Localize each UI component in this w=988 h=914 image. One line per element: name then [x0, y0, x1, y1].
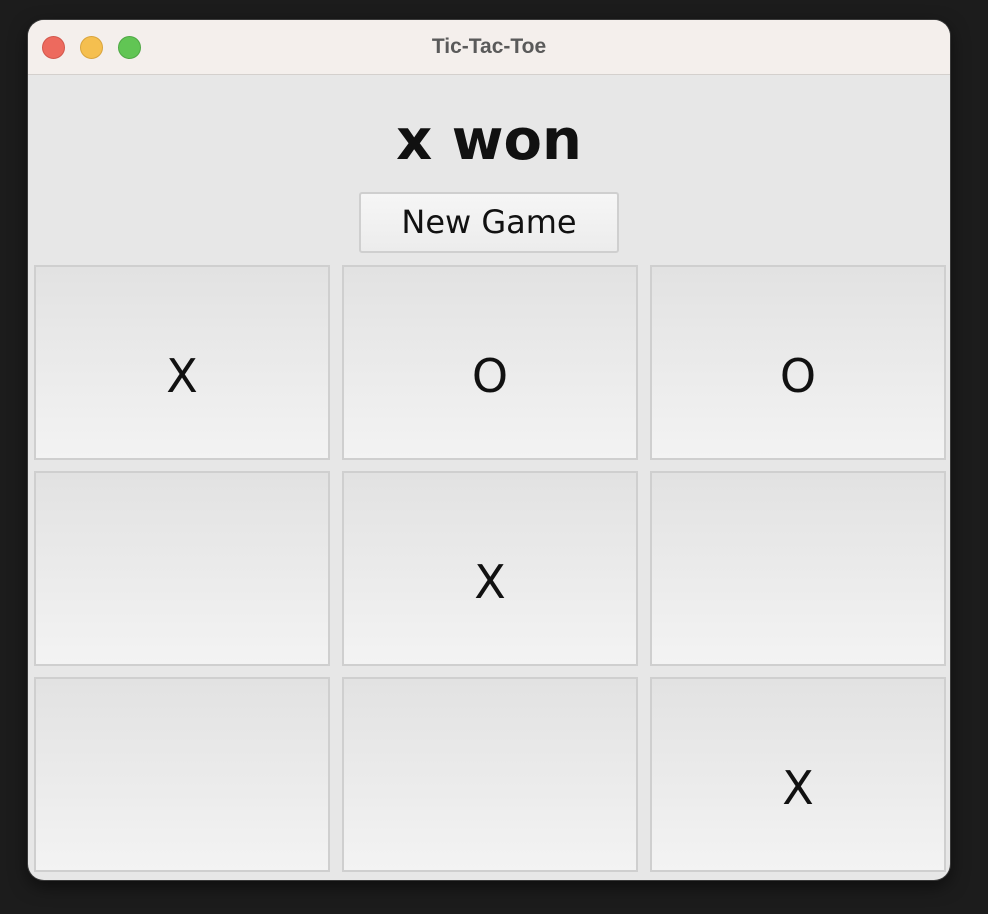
- board-cell-r1-c2[interactable]: O: [342, 265, 638, 460]
- cell-mark: X: [166, 348, 198, 403]
- board-cell-r2-c3[interactable]: [650, 471, 946, 666]
- game-board: X O O X X: [34, 265, 946, 875]
- board-cell-r3-c2[interactable]: [342, 677, 638, 872]
- window-title: Tic-Tac-Toe: [431, 35, 547, 58]
- cell-mark: O: [779, 348, 817, 403]
- game-window: Tic-Tac-Toe x won New Game X O O X X: [28, 20, 950, 880]
- new-game-button[interactable]: New Game: [359, 192, 619, 253]
- board-cell-r2-c2[interactable]: X: [342, 471, 638, 666]
- cell-mark: O: [471, 348, 509, 403]
- close-window-button[interactable]: [42, 36, 65, 59]
- cell-mark: X: [474, 554, 506, 609]
- zoom-window-button[interactable]: [118, 36, 141, 59]
- game-status-label: x won: [396, 108, 582, 173]
- board-cell-r1-c1[interactable]: X: [34, 265, 330, 460]
- minimize-window-button[interactable]: [80, 36, 103, 59]
- title-bar[interactable]: Tic-Tac-Toe: [28, 20, 950, 75]
- board-cell-r2-c1[interactable]: [34, 471, 330, 666]
- board-cell-r3-c1[interactable]: [34, 677, 330, 872]
- cell-mark: X: [782, 760, 814, 815]
- board-cell-r1-c3[interactable]: O: [650, 265, 946, 460]
- board-cell-r3-c3[interactable]: X: [650, 677, 946, 872]
